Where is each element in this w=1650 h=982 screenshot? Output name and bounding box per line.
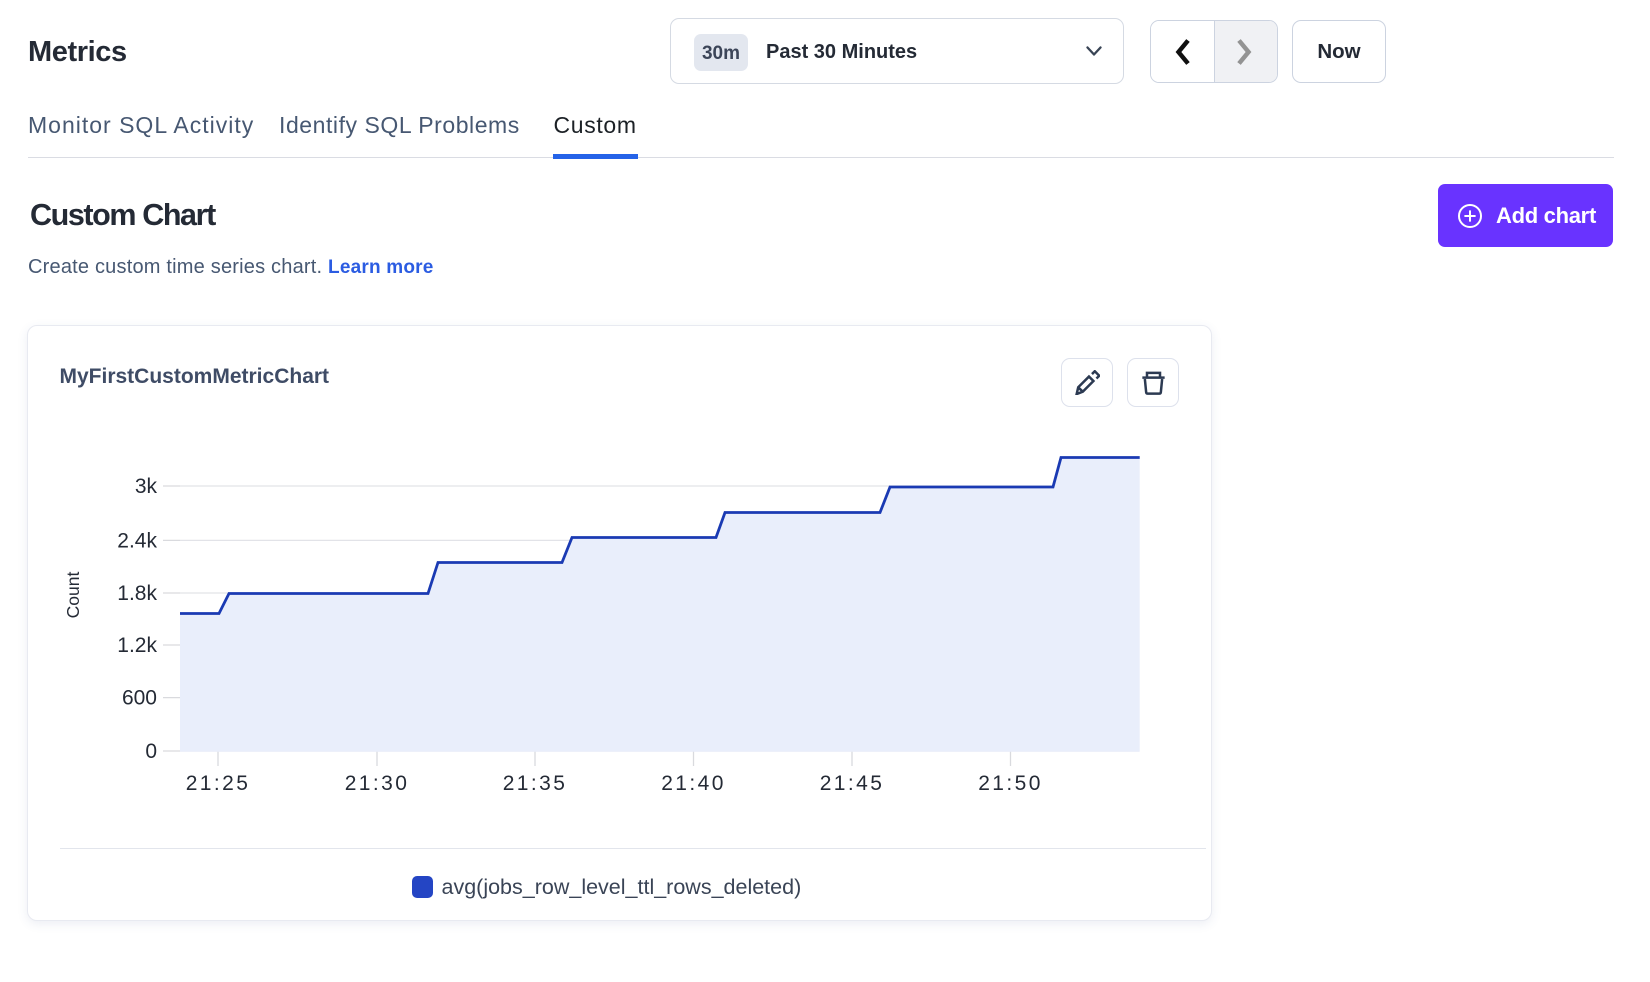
svg-text:0: 0 [145,740,157,763]
svg-text:1.8k: 1.8k [117,582,157,605]
svg-text:21:25: 21:25 [186,772,251,795]
svg-text:21:30: 21:30 [345,772,410,795]
svg-text:21:50: 21:50 [978,772,1043,795]
svg-text:3k: 3k [135,475,158,498]
svg-text:21:45: 21:45 [820,772,885,795]
svg-text:21:35: 21:35 [503,772,568,795]
svg-text:1.2k: 1.2k [117,634,157,657]
svg-text:Count: Count [63,572,83,619]
svg-text:21:40: 21:40 [661,772,726,795]
svg-text:600: 600 [122,687,157,710]
svg-text:2.4k: 2.4k [117,529,157,552]
